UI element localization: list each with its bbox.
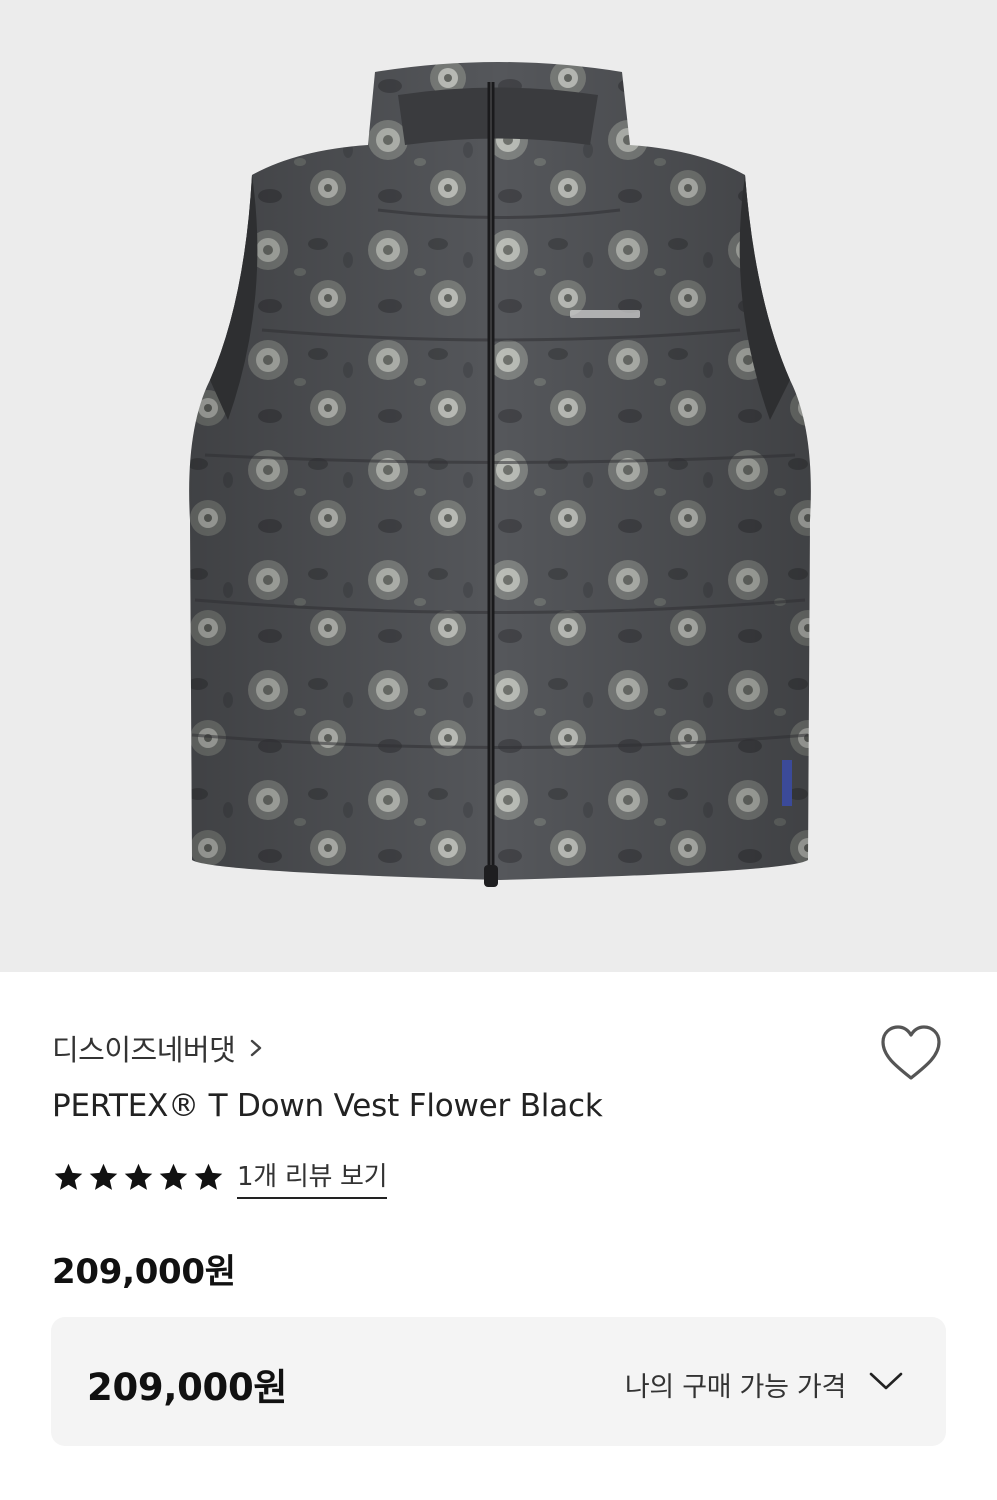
rating-row: 1개 리뷰 보기 (52, 1156, 388, 1199)
my-price-value: 209,000원 (87, 1366, 288, 1409)
star-icon (89, 1163, 118, 1190)
product-price: 209,000원 (52, 1252, 236, 1292)
my-price-label: 나의 구매 가능 가격 (624, 1372, 846, 1403)
brand-name: 디스이즈네버댓 (52, 1033, 236, 1067)
my-price-panel[interactable]: 209,000원 나의 구매 가능 가격 (51, 1317, 946, 1446)
vest-illustration (189, 62, 811, 887)
chevron-down-icon (869, 1372, 903, 1390)
star-icon (159, 1163, 188, 1190)
product-title: PERTEX® T Down Vest Flower Black (52, 1088, 603, 1124)
rating-stars (52, 1161, 225, 1194)
star-icon (54, 1163, 83, 1190)
brand-link[interactable]: 디스이즈네버댓 (52, 1028, 265, 1068)
review-link[interactable]: 1개 리뷰 보기 (237, 1156, 388, 1199)
product-image (0, 0, 997, 972)
chevron-right-icon (251, 1039, 262, 1057)
star-icon (124, 1163, 153, 1190)
heart-outline-icon (881, 1025, 941, 1080)
star-icon (194, 1163, 223, 1190)
wishlist-button[interactable] (878, 1022, 944, 1084)
